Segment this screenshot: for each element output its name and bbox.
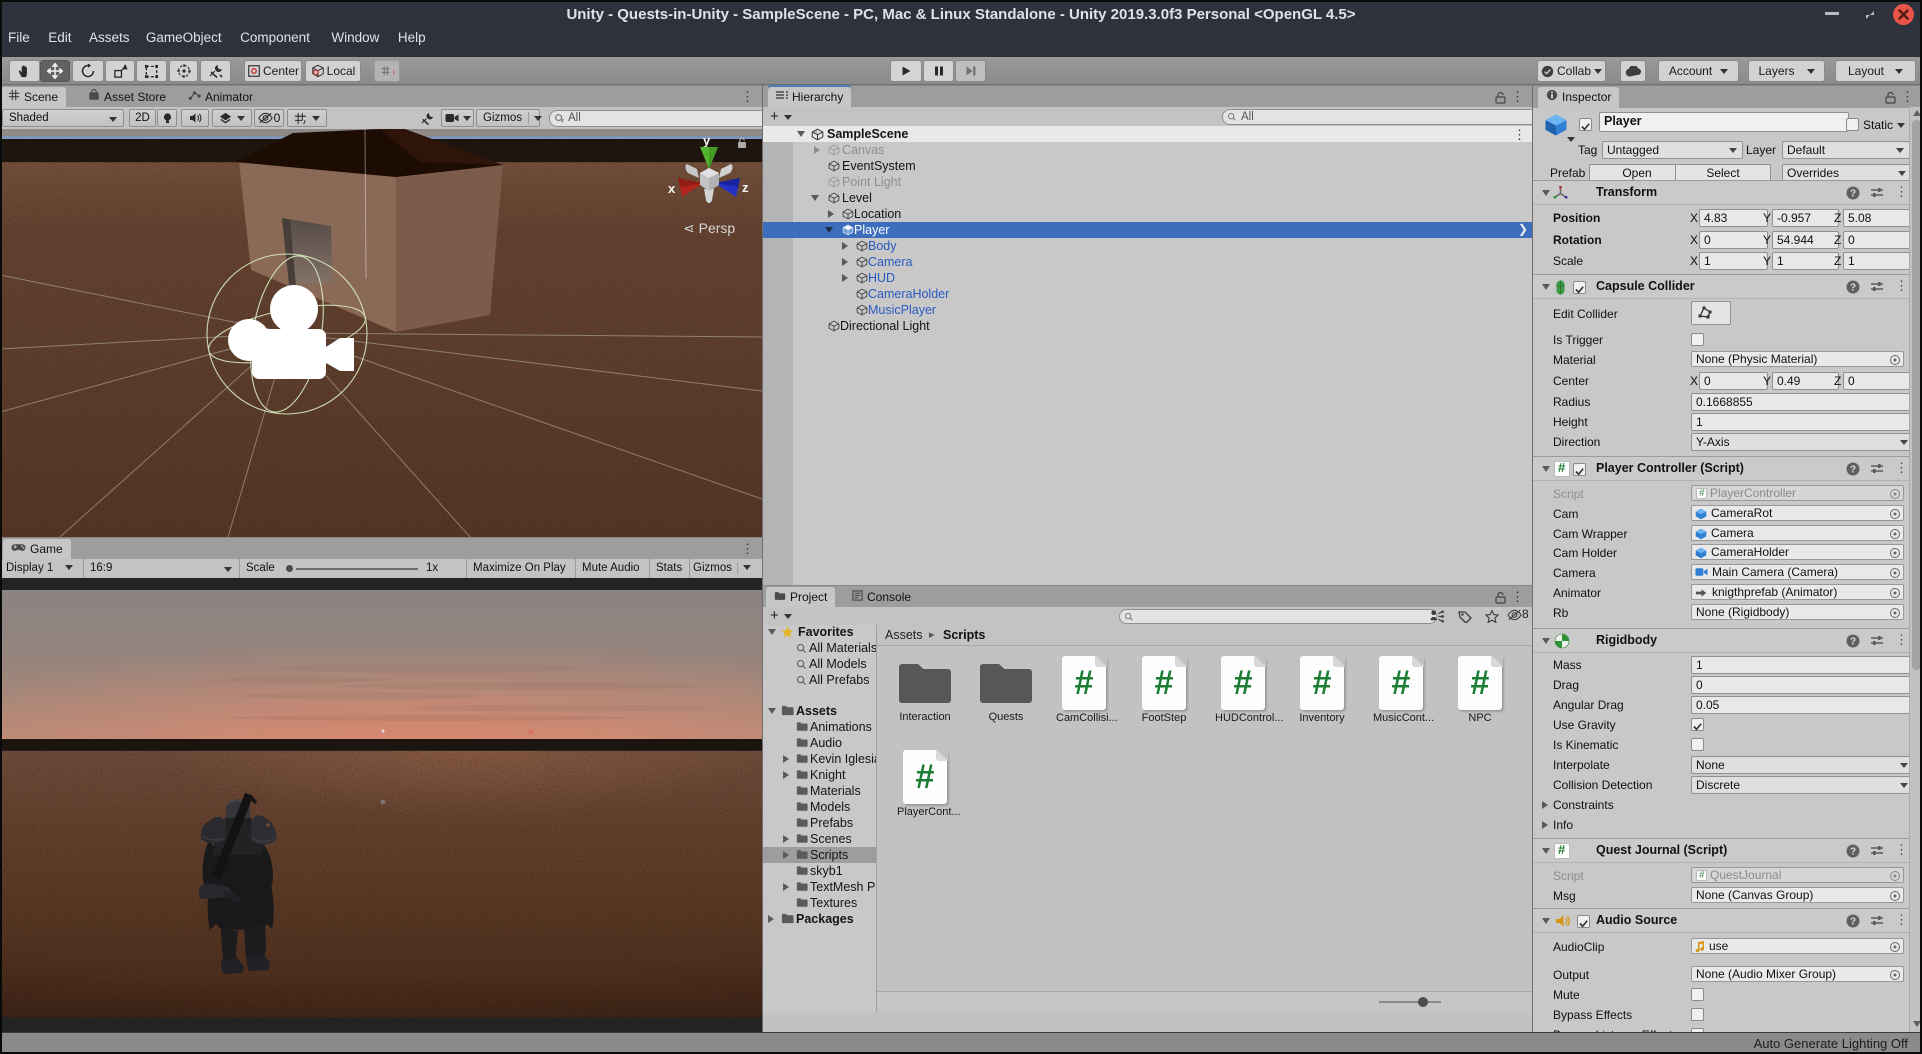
svg-text:?: ? <box>1850 465 1856 476</box>
svg-text:?: ? <box>1850 283 1856 294</box>
svg-text:⋖ Persp: ⋖ Persp <box>683 220 735 236</box>
svg-text:?: ? <box>1850 917 1856 928</box>
svg-text:?: ? <box>1850 189 1856 200</box>
svg-text:?: ? <box>1850 637 1856 648</box>
svg-text:x: x <box>668 181 676 196</box>
svg-text:?: ? <box>1850 847 1856 858</box>
svg-text:z: z <box>742 180 749 195</box>
svg-text:y: y <box>703 133 711 148</box>
